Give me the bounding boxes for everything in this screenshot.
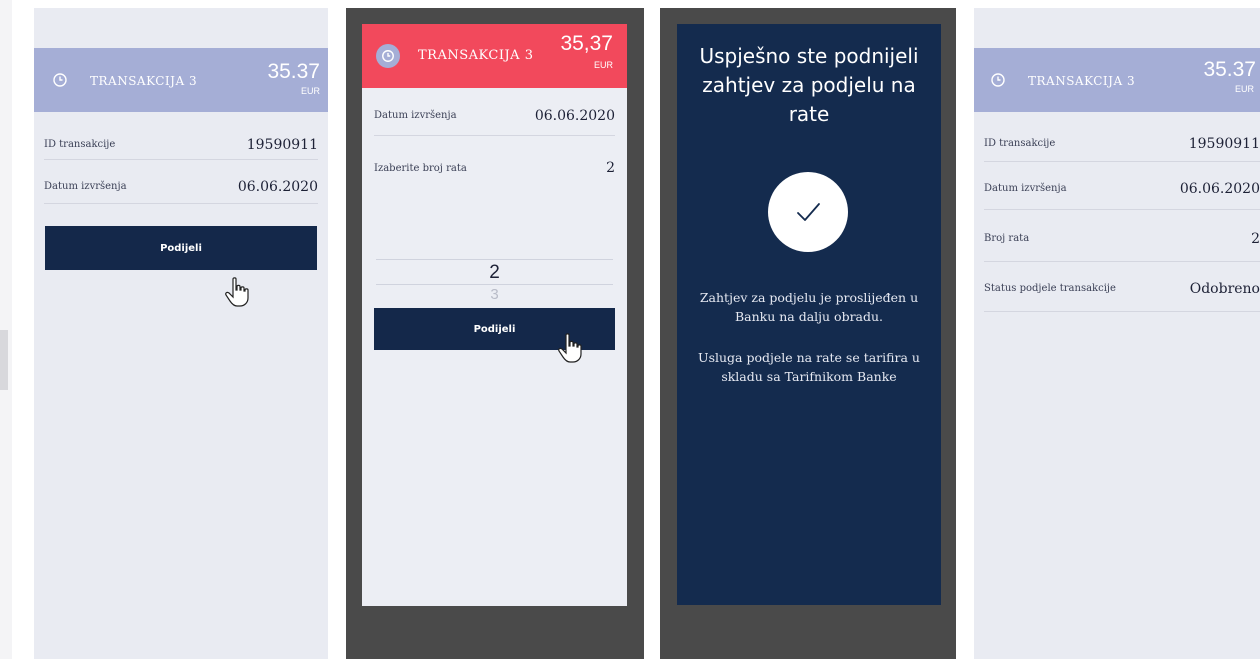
detail-row-status: Status podjele transakcije Odobreno xyxy=(984,266,1260,312)
transaction-title: TRANSAKCIJA 3 xyxy=(418,48,534,63)
detail-value: 19590911 xyxy=(1188,135,1260,152)
success-message: Zahtjev za podjelu je proslijeđen u Bank… xyxy=(699,290,919,324)
detail-label: Datum izvršenja xyxy=(984,183,1067,194)
transaction-header: TRANSAKCIJA 3 35.37 EUR xyxy=(34,48,328,112)
picker-divider xyxy=(376,259,613,260)
detail-label: ID transakcije xyxy=(984,138,1056,149)
left-edge-strip xyxy=(0,0,12,659)
edge-mark xyxy=(0,330,8,390)
detail-row-id: ID transakcije 19590911 xyxy=(984,126,1260,162)
detail-row-installments: Broj rata 2 xyxy=(984,216,1260,262)
tariff-note: Usluga podjele na rate se tarifira u skl… xyxy=(698,350,920,384)
transaction-title: TRANSAKCIJA 3 xyxy=(90,74,198,88)
detail-value: 06.06.2020 xyxy=(1179,180,1260,197)
picker-option[interactable]: 3 xyxy=(362,286,627,303)
detail-value: 06.06.2020 xyxy=(534,107,615,124)
detail-row-date: Datum izvršenja 06.06.2020 xyxy=(374,96,615,136)
detail-value: 2 xyxy=(1251,230,1260,247)
transaction-currency: EUR xyxy=(1234,84,1254,94)
detail-value: 06.06.2020 xyxy=(237,178,318,195)
clock-icon xyxy=(50,70,70,90)
detail-value: 19590911 xyxy=(246,136,318,153)
installments-label: Izaberite broj rata xyxy=(374,162,467,174)
detail-row-date: Datum izvršenja 06.06.2020 xyxy=(984,168,1260,210)
transaction-currency: EUR xyxy=(593,60,613,70)
transaction-title: TRANSAKCIJA 3 xyxy=(1028,74,1136,88)
transaction-amount: 35.37 xyxy=(1203,58,1256,81)
picker-selected-option[interactable]: 2 xyxy=(362,262,627,284)
detail-row-date: Datum izvršenja 06.06.2020 xyxy=(44,170,318,204)
detail-label: ID transakcije xyxy=(44,139,116,150)
screen-success: Uspješno ste podnijeli zahtjev za podjel… xyxy=(677,24,941,605)
clock-icon xyxy=(376,44,400,68)
hand-cursor-icon xyxy=(558,333,582,363)
hand-cursor-icon xyxy=(225,277,249,307)
detail-label: Broj rata xyxy=(984,233,1030,244)
status-badge: Odobreno xyxy=(1189,280,1260,297)
screen-transaction-details: TRANSAKCIJA 3 35.37 EUR ID transakcije 1… xyxy=(34,8,328,659)
clock-icon xyxy=(988,70,1008,90)
transaction-header: TRANSAKCIJA 3 35,37 EUR xyxy=(362,24,627,88)
success-title: Uspješno ste podnijeli zahtjev za podjel… xyxy=(699,44,919,126)
detail-row-id: ID transakcije 19590911 xyxy=(44,130,318,160)
screen-select-installments: TRANSAKCIJA 3 35,37 EUR Datum izvršenja … xyxy=(362,24,627,606)
transaction-currency: EUR xyxy=(300,86,320,96)
detail-label: Status podjele transakcije xyxy=(984,283,1116,294)
picker-divider xyxy=(376,284,613,285)
share-button[interactable]: Podijeli xyxy=(45,226,317,270)
installments-value: 2 xyxy=(606,160,615,176)
checkmark-icon xyxy=(797,203,820,221)
transaction-amount: 35.37 xyxy=(267,60,320,83)
transaction-amount: 35,37 xyxy=(560,32,613,55)
success-badge xyxy=(768,172,848,252)
screen-transaction-approved: TRANSAKCIJA 3 35.37 EUR ID transakcije 1… xyxy=(974,8,1260,659)
detail-label: Datum izvršenja xyxy=(374,110,457,121)
installments-row[interactable]: Izaberite broj rata 2 xyxy=(374,148,615,188)
transaction-header: TRANSAKCIJA 3 35.37 EUR xyxy=(974,48,1260,112)
detail-label: Datum izvršenja xyxy=(44,181,127,192)
